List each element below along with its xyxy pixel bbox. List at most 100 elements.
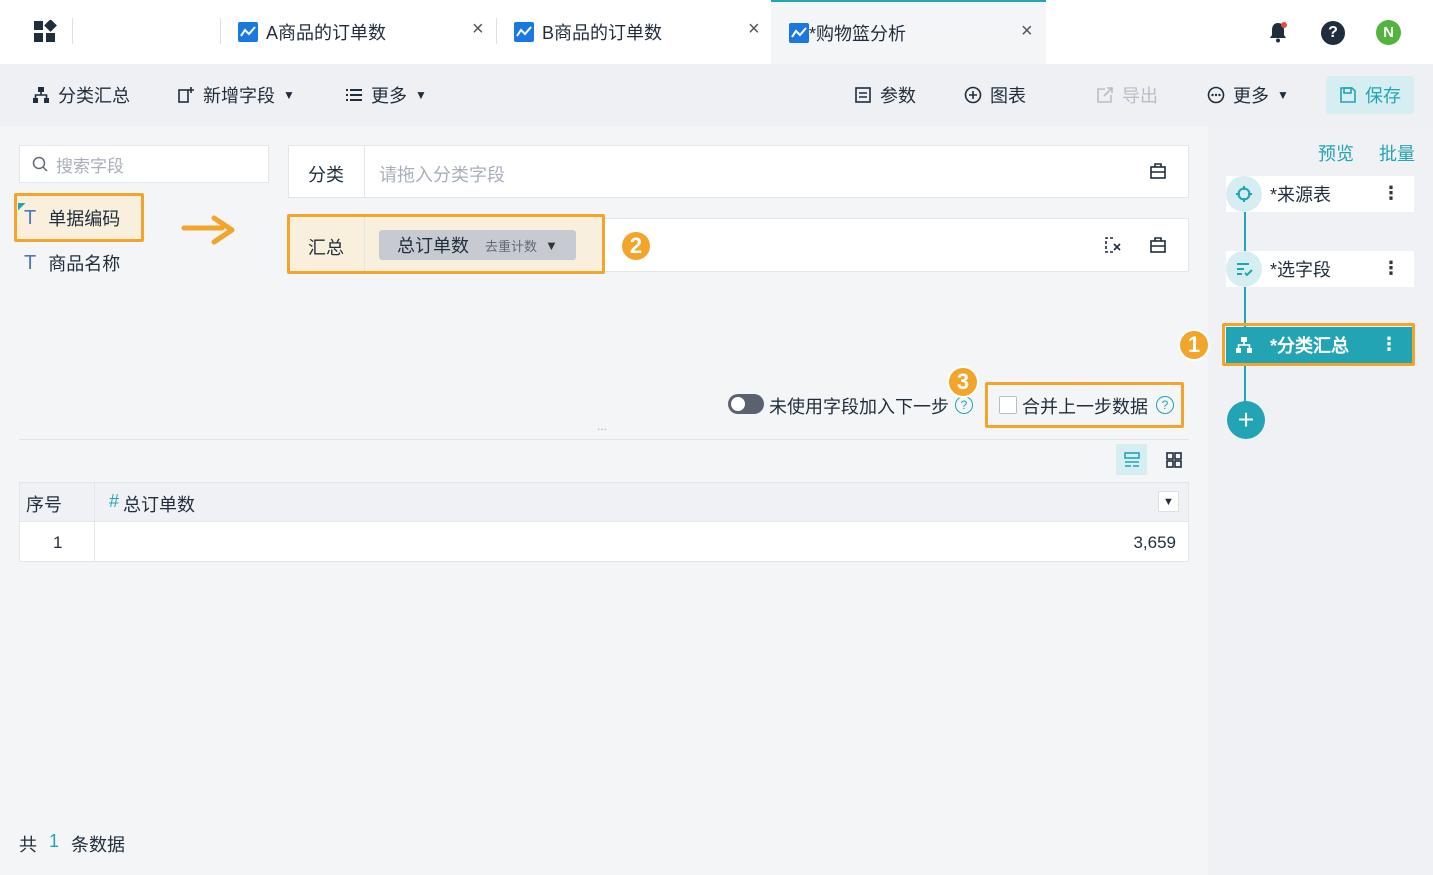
preview-link[interactable]: 预览 bbox=[1318, 140, 1354, 166]
category-label: 分类 bbox=[308, 165, 344, 185]
group-summary-button[interactable]: 分类汇总 bbox=[32, 64, 130, 126]
merge-label: 合并上一步数据 bbox=[1022, 397, 1148, 417]
unused-fields-toggle[interactable] bbox=[728, 394, 764, 414]
step-group-summary[interactable]: *分类汇总 ⋮ bbox=[1226, 327, 1412, 363]
record-count: 共 1 条数据 bbox=[19, 831, 125, 857]
search-icon bbox=[32, 156, 48, 172]
caret-down-icon: ▼ bbox=[283, 88, 295, 102]
tab-label: B商品的订单数 bbox=[542, 23, 663, 43]
more-label: 更多 bbox=[371, 86, 407, 106]
help-circle-icon[interactable]: ? bbox=[955, 396, 973, 414]
params-label: 参数 bbox=[880, 86, 916, 106]
target-icon bbox=[1226, 176, 1262, 212]
step-label: *选字段 bbox=[1270, 260, 1332, 280]
grid-view-button[interactable] bbox=[1158, 444, 1189, 475]
chip-mode: 去重计数 bbox=[485, 238, 538, 254]
row-value: 3,659 bbox=[1133, 533, 1176, 552]
callout-badge-1: 1 bbox=[1178, 329, 1210, 361]
tab-basket-analysis[interactable]: *购物篮分析 × bbox=[771, 0, 1046, 64]
toolbox-icon[interactable] bbox=[1149, 162, 1167, 185]
unused-fields-label: 未使用字段加入下一步 bbox=[769, 397, 949, 417]
list-icon bbox=[346, 89, 362, 101]
column-header-index: 序号 bbox=[26, 495, 62, 515]
add-field-label: 新增字段 bbox=[203, 86, 275, 106]
list-view-icon bbox=[1123, 451, 1140, 467]
notification-bell-icon[interactable] bbox=[1267, 21, 1289, 43]
export-button[interactable]: 导出 bbox=[1096, 64, 1158, 126]
callout-badge-3: 3 bbox=[947, 366, 979, 398]
params-icon bbox=[855, 87, 871, 103]
add-field-button[interactable]: 新增字段 ▼ bbox=[177, 64, 295, 126]
step-label: *分类汇总 bbox=[1270, 336, 1350, 356]
search-input[interactable]: 搜索字段 bbox=[19, 145, 269, 183]
batch-link[interactable]: 批量 bbox=[1379, 140, 1415, 166]
add-step-button[interactable]: + bbox=[1227, 401, 1265, 439]
step-connector bbox=[1244, 212, 1246, 402]
column-header-total-orders[interactable]: # 总订单数 bbox=[109, 491, 195, 517]
clear-field-icon[interactable] bbox=[1104, 236, 1122, 259]
close-icon[interactable]: × bbox=[1021, 20, 1033, 43]
step-label: *来源表 bbox=[1270, 185, 1332, 205]
text-type-icon: T bbox=[24, 251, 37, 274]
count-value: 1 bbox=[49, 831, 60, 851]
tab-separator bbox=[220, 18, 221, 44]
merge-checkbox[interactable] bbox=[999, 396, 1017, 414]
save-button[interactable]: 保存 bbox=[1326, 76, 1414, 114]
more-menu-right[interactable]: 更多 ▼ bbox=[1207, 64, 1289, 126]
help-icon[interactable]: ? bbox=[1321, 21, 1345, 45]
column-header-label: 总订单数 bbox=[123, 495, 196, 515]
summary-field-chip[interactable]: 总订单数 去重计数 ▼ bbox=[379, 230, 576, 260]
tab-b-orders[interactable]: B商品的订单数 × bbox=[514, 0, 770, 64]
chip-label: 总订单数 bbox=[397, 236, 469, 256]
more-label: 更多 bbox=[1233, 86, 1269, 106]
step-select-fields[interactable]: *选字段 ⋮ bbox=[1226, 251, 1414, 287]
chart-button[interactable]: 图表 bbox=[964, 64, 1026, 126]
field-label: 单据编码 bbox=[48, 209, 121, 229]
help-circle-icon[interactable]: ? bbox=[1156, 396, 1174, 414]
field-item-product-name[interactable]: T 商品名称 bbox=[24, 250, 120, 276]
close-icon[interactable]: × bbox=[748, 18, 760, 41]
table-row: 1 3,659 bbox=[19, 521, 1189, 562]
export-icon bbox=[1097, 87, 1113, 103]
chart-label: 图表 bbox=[990, 86, 1026, 106]
toolbox-icon[interactable] bbox=[1149, 236, 1167, 259]
chart-icon bbox=[238, 22, 258, 42]
step-panel bbox=[1208, 126, 1433, 875]
params-button[interactable]: 参数 bbox=[854, 64, 916, 126]
tab-a-orders[interactable]: A商品的订单数 × bbox=[238, 0, 496, 64]
field-item-document-code[interactable]: T 单据编码 bbox=[18, 202, 121, 231]
plus-circle-icon bbox=[964, 86, 982, 104]
caret-down-icon[interactable]: ▼ bbox=[545, 238, 558, 253]
column-dropdown-icon[interactable]: ▼ bbox=[1158, 491, 1179, 512]
caret-down-icon: ▼ bbox=[415, 88, 427, 102]
avatar[interactable]: N bbox=[1376, 20, 1401, 45]
resize-handle[interactable]: ... bbox=[597, 419, 607, 433]
callout-badge-2: 2 bbox=[620, 230, 652, 262]
tab-label: A商品的订单数 bbox=[266, 23, 387, 43]
chart-icon bbox=[789, 23, 809, 43]
step-source-table[interactable]: *来源表 ⋮ bbox=[1226, 176, 1414, 212]
save-label: 保存 bbox=[1365, 86, 1401, 106]
kebab-menu-icon[interactable]: ⋮ bbox=[1380, 334, 1398, 355]
more-menu-left[interactable]: 更多 ▼ bbox=[345, 64, 427, 126]
close-icon[interactable]: × bbox=[472, 18, 484, 41]
export-label: 导出 bbox=[1122, 86, 1158, 106]
count-suffix: 条数据 bbox=[71, 835, 126, 855]
list-view-button[interactable] bbox=[1116, 444, 1147, 475]
row-index: 1 bbox=[53, 533, 63, 552]
apps-grid-icon[interactable] bbox=[33, 19, 57, 44]
chart-icon bbox=[514, 22, 534, 42]
text-type-icon: T bbox=[18, 202, 36, 230]
kebab-menu-icon[interactable]: ⋮ bbox=[1382, 258, 1400, 279]
divider bbox=[364, 145, 365, 198]
group-summary-label: 分类汇总 bbox=[58, 86, 130, 106]
kebab-menu-icon[interactable]: ⋮ bbox=[1382, 183, 1400, 204]
tab-label: *购物篮分析 bbox=[809, 24, 907, 44]
tab-separator bbox=[72, 18, 73, 44]
divider bbox=[364, 217, 365, 271]
hierarchy-icon bbox=[1226, 327, 1262, 363]
grid-view-icon bbox=[1165, 451, 1182, 468]
add-field-icon bbox=[178, 87, 194, 103]
count-prefix: 共 bbox=[19, 835, 37, 855]
number-type-icon: # bbox=[109, 491, 120, 511]
